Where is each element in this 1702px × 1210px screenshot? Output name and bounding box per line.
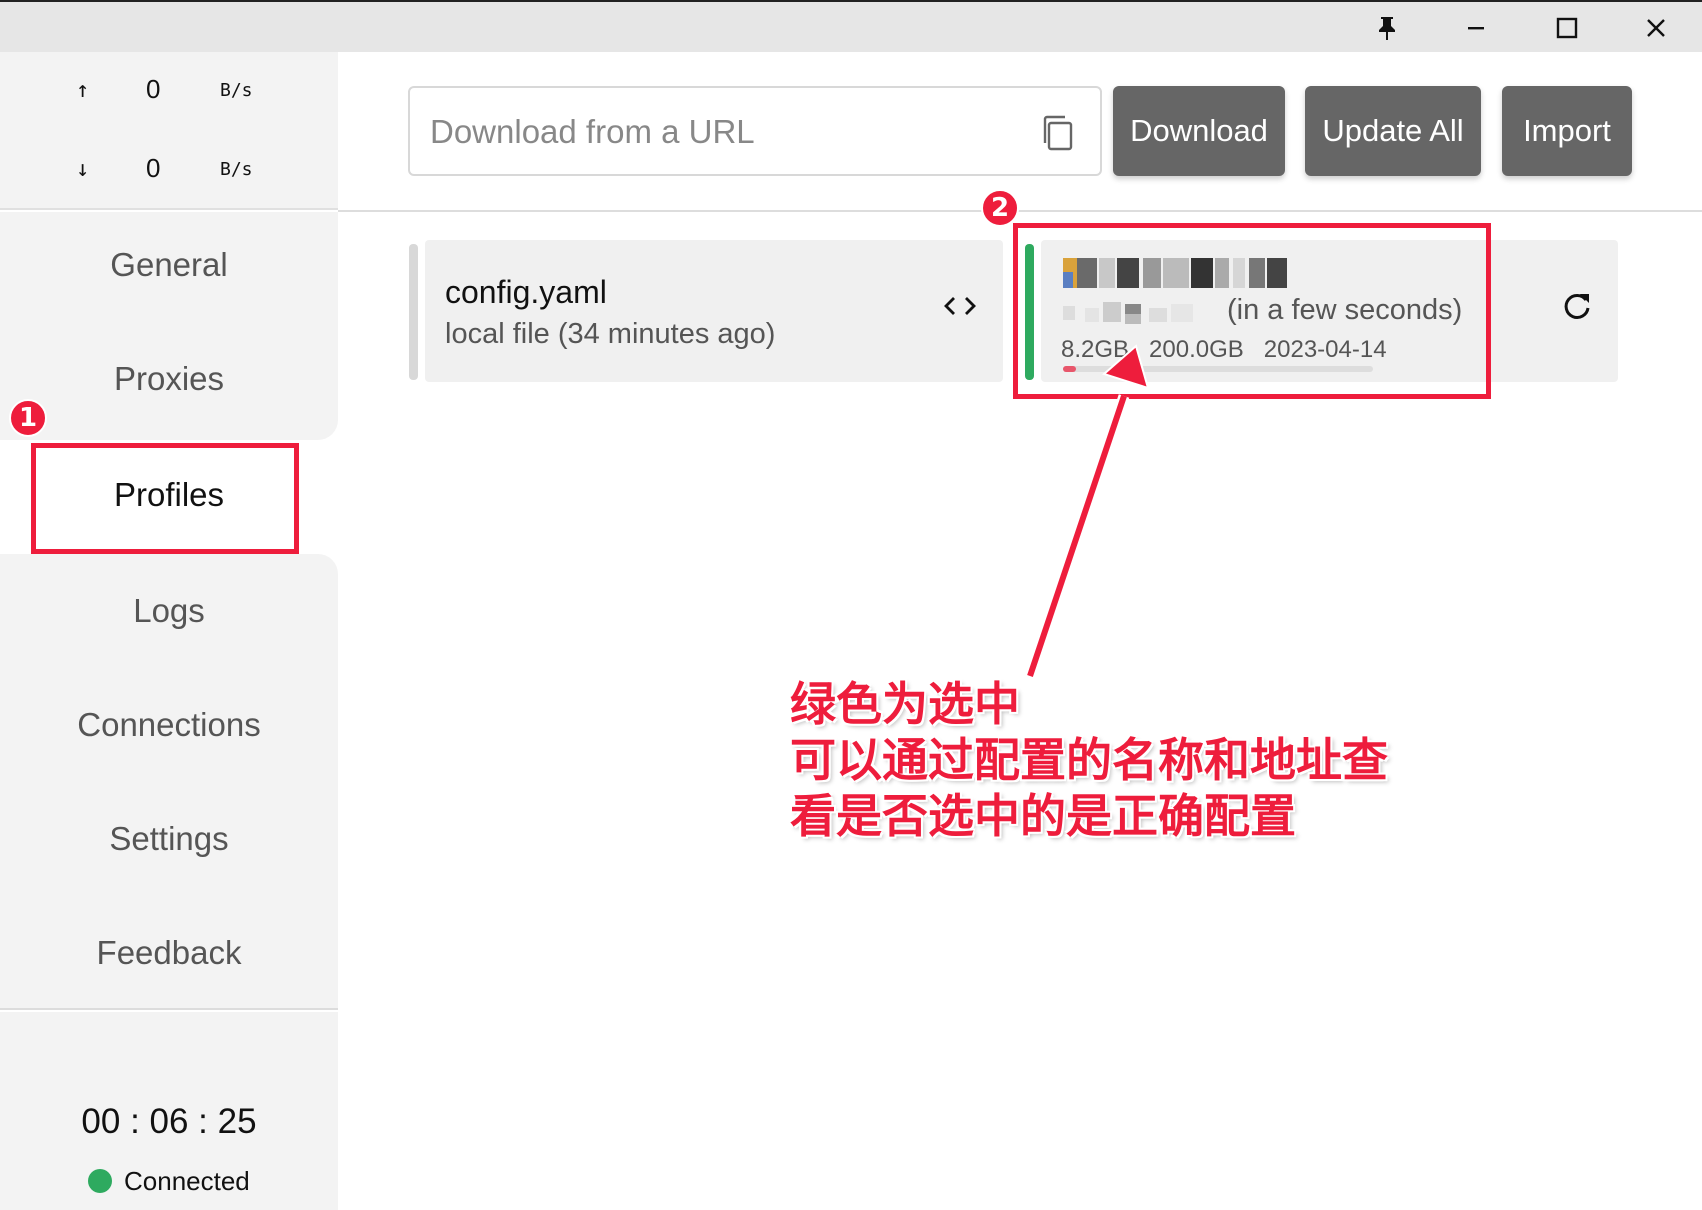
annotation-box-selected-profile [1013, 223, 1491, 399]
upload-arrow-icon: ↑ [76, 78, 90, 103]
annotation-note-line2: 可以通过配置的名称和地址查 [790, 733, 1388, 787]
profile-indicator-unselected [409, 244, 418, 380]
nav-item-settings[interactable]: Settings [0, 820, 338, 858]
annotation-note-line1: 绿色为选中 [790, 677, 1020, 731]
upload-value: 0 [146, 74, 161, 104]
nav-item-proxies[interactable]: Proxies [0, 360, 338, 398]
title-bar [0, 0, 1702, 52]
download-value: 0 [146, 153, 161, 183]
download-unit: B/s [220, 159, 253, 180]
profiles-toolbar: Download Update All Import [338, 52, 1702, 212]
uptime-timer: 00 : 06 : 25 [81, 1102, 257, 1141]
download-button[interactable]: Download [1113, 86, 1285, 176]
update-all-button[interactable]: Update All [1305, 86, 1481, 176]
connection-label: Connected [124, 1165, 250, 1196]
import-button[interactable]: Import [1502, 86, 1632, 176]
profile-meta: local file (34 minutes ago) [445, 318, 776, 350]
download-rate: ↓ 0 B/s [0, 151, 338, 191]
connection-status: Connected [88, 1166, 250, 1196]
nav-item-logs[interactable]: Logs [0, 592, 338, 630]
app-window: ↑ 0 B/s ↓ 0 B/s General Proxies Profiles… [0, 0, 1702, 1210]
nav-item-feedback[interactable]: Feedback [0, 934, 338, 972]
traffic-panel: ↑ 0 B/s ↓ 0 B/s [0, 52, 338, 210]
status-panel: 00 : 06 : 25 Connected [0, 1012, 338, 1210]
upload-unit: B/s [220, 80, 253, 101]
nav-group-top: General Proxies [0, 212, 338, 440]
close-icon[interactable] [1636, 12, 1676, 44]
annotation-box-profiles [31, 443, 299, 554]
profile-card-config[interactable]: config.yaml local file (34 minutes ago) [425, 240, 1003, 382]
refresh-icon[interactable] [1560, 290, 1594, 324]
minimize-icon[interactable] [1456, 12, 1496, 44]
maximize-icon[interactable] [1547, 12, 1587, 44]
connected-dot-icon [88, 1169, 112, 1193]
annotation-badge-2: 2 [981, 189, 1019, 227]
paste-icon[interactable] [1040, 114, 1074, 152]
url-field [408, 86, 1102, 176]
sidebar: ↑ 0 B/s ↓ 0 B/s General Proxies Profiles… [0, 52, 338, 1210]
nav-group-bottom: Logs Connections Settings Feedback [0, 554, 338, 1010]
nav-item-general[interactable]: General [0, 246, 338, 284]
url-input[interactable] [430, 110, 1010, 154]
download-arrow-icon: ↓ [76, 157, 90, 182]
annotation-note-line3: 看是否选中的是正确配置 [790, 789, 1296, 843]
upload-rate: ↑ 0 B/s [0, 72, 338, 112]
nav-item-connections[interactable]: Connections [0, 706, 338, 744]
profile-name: config.yaml [445, 274, 607, 310]
annotation-note: 绿色为选中 可以通过配置的名称和地址查 看是否选中的是正确配置 [790, 676, 1388, 844]
annotation-badge-1: 1 [9, 399, 47, 437]
code-icon[interactable] [943, 290, 977, 322]
pin-icon[interactable] [1367, 12, 1407, 44]
